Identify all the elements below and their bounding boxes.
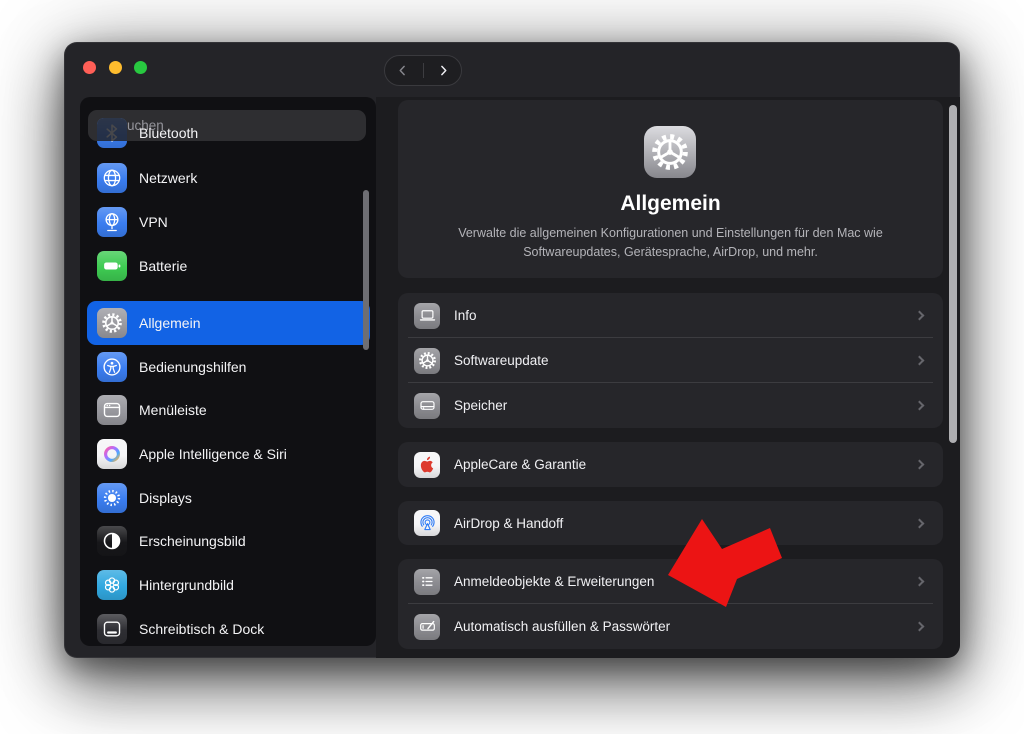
settings-group: AirDrop & Handoff [398,501,943,545]
sidebar-item-apple-intelligence-siri[interactable]: Apple Intelligence & Siri [87,432,370,476]
settings-row-airdrop-handoff[interactable]: AirDrop & Handoff [398,501,943,545]
sidebar-scrollbar[interactable] [363,190,369,350]
chevron-right-icon [915,401,925,411]
settings-row-anmeldeobjekte-erweiterungen[interactable]: Anmeldeobjekte & Erweiterungen [398,559,943,604]
sidebar-item-label: Erscheinungsbild [139,533,246,549]
row-label: Softwareupdate [454,353,902,368]
list-icon [414,569,440,595]
sidebar-item-label: Bedienungshilfen [139,359,246,375]
sidebar-item-vpn[interactable]: VPN [87,200,370,244]
back-button[interactable] [388,56,418,85]
apple-icon [414,452,440,478]
sidebar-item-displays[interactable]: Displays [87,476,370,520]
flower-icon [97,570,127,600]
chevron-right-icon [915,460,925,470]
chevron-right-icon [915,577,925,587]
system-settings-window: Suchen Bluetooth Netzwerk VPN Batterie A… [64,42,960,658]
contrast-icon [97,526,127,556]
gear-icon [650,132,690,172]
titlebar[interactable] [64,42,960,97]
gear-icon [97,308,127,338]
sidebar-item-label: Menüleiste [139,402,207,418]
chevron-right-icon [915,518,925,528]
sidebar-item-bedienungshilfen[interactable]: Bedienungshilfen [87,345,370,389]
sidebar-item-hintergrundbild[interactable]: Hintergrundbild [87,563,370,607]
siri-icon [97,439,127,469]
row-label: AirDrop & Handoff [454,516,902,531]
chevron-left-icon [395,63,410,78]
sidebar-item-label: Bluetooth [139,125,198,141]
zoom-button[interactable] [134,61,147,74]
chevron-right-icon [915,311,925,321]
settings-group: Anmeldeobjekte & Erweiterungen Automatis… [398,559,943,649]
sidebar-item-label: Displays [139,490,192,506]
settings-row-info[interactable]: Info [398,293,943,338]
laptop-icon [414,303,440,329]
access-icon [97,352,127,382]
sidebar-item-label: Schreibtisch & Dock [139,621,264,637]
settings-group: AppleCare & Garantie [398,442,943,487]
vpn-icon [97,207,127,237]
sidebar: Suchen Bluetooth Netzwerk VPN Batterie A… [80,97,376,646]
forward-button[interactable] [429,56,459,85]
page-header: Allgemein Verwalte die allgemeinen Konfi… [398,100,943,278]
gear-icon [414,348,440,374]
sidebar-item-label: Batterie [139,258,187,274]
nav-divider [423,63,424,78]
screenshot-background: Suchen Bluetooth Netzwerk VPN Batterie A… [0,0,1024,734]
settings-row-softwareupdate[interactable]: Softwareupdate [398,338,943,383]
chevron-right-icon [915,356,925,366]
autofill-icon [414,614,440,640]
sidebar-item-schreibtisch-dock[interactable]: Schreibtisch & Dock [87,607,370,646]
sidebar-item-erscheinungsbild[interactable]: Erscheinungsbild [87,519,370,563]
dock-icon [97,614,127,644]
sidebar-item-label: Apple Intelligence & Siri [139,446,287,462]
general-gear-app-icon [644,126,696,178]
page-description: Verwalte die allgemeinen Konfigurationen… [418,224,923,262]
row-label: AppleCare & Garantie [454,457,902,472]
sidebar-item-bluetooth[interactable]: Bluetooth [87,111,370,155]
minimize-button[interactable] [109,61,122,74]
bluetooth-icon [97,118,127,148]
sidebar-item-batterie[interactable]: Batterie [87,244,370,288]
sidebar-item-label: Hintergrundbild [139,577,234,593]
sidebar-item-men-leiste[interactable]: Menüleiste [87,388,370,432]
chevron-right-icon [436,63,451,78]
sidebar-item-label: Allgemein [139,315,200,331]
sidebar-item-label: Netzwerk [139,170,197,186]
chevron-right-icon [915,622,925,632]
airdrop-icon [414,510,440,536]
settings-row-applecare-garantie[interactable]: AppleCare & Garantie [398,442,943,487]
battery-icon [97,251,127,281]
content-scrollbar[interactable] [949,105,957,443]
settings-group: Info Softwareupdate Speicher [398,293,943,428]
storage-icon [414,393,440,419]
globe-icon [97,163,127,193]
row-label: Anmeldeobjekte & Erweiterungen [454,574,902,589]
menubar-icon [97,395,127,425]
row-label: Automatisch ausfüllen & Passwörter [454,619,902,634]
close-button[interactable] [83,61,96,74]
nav-buttons [384,55,462,86]
sidebar-item-allgemein[interactable]: Allgemein [87,301,370,345]
settings-row-speicher[interactable]: Speicher [398,383,943,428]
sidebar-item-netzwerk[interactable]: Netzwerk [87,156,370,200]
sun-icon [97,483,127,513]
page-title: Allgemein [398,192,943,216]
row-label: Speicher [454,398,902,413]
settings-row-automatisch-ausf-llen-passw-rter[interactable]: Automatisch ausfüllen & Passwörter [398,604,943,649]
row-label: Info [454,308,902,323]
sidebar-item-label: VPN [139,214,168,230]
